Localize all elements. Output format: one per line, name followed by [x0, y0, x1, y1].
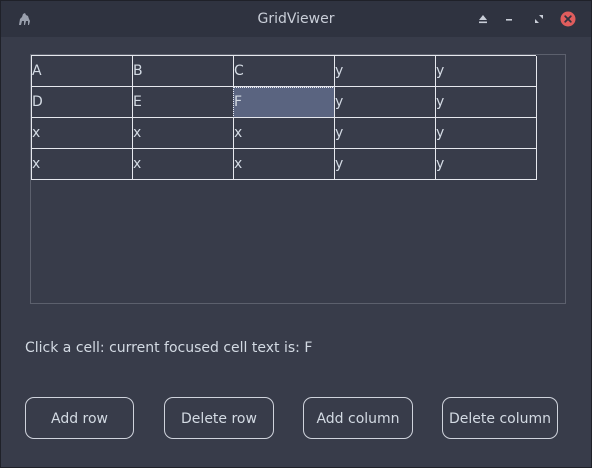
minimize-icon[interactable] [502, 12, 516, 26]
delete-column-button[interactable]: Delete column [442, 397, 558, 439]
grid-cell[interactable]: C [233, 56, 335, 87]
grid-cell[interactable]: y [435, 118, 537, 149]
grid-cell[interactable]: y [334, 87, 436, 118]
grid-cell[interactable]: x [233, 149, 335, 180]
grid-cell[interactable]: y [435, 87, 537, 118]
add-column-button[interactable]: Add column [303, 397, 413, 439]
grid-cell[interactable]: A [31, 56, 133, 87]
maximize-icon[interactable] [532, 12, 546, 26]
grid-cell[interactable]: E [132, 87, 234, 118]
grid-cell[interactable]: F [233, 87, 335, 118]
grid-cell[interactable]: D [31, 87, 133, 118]
delete-row-button[interactable]: Delete row [164, 397, 274, 439]
grid-cell[interactable]: x [31, 118, 133, 149]
eject-icon[interactable] [476, 12, 490, 26]
focused-cell-status: Click a cell: current focused cell text … [25, 340, 313, 356]
grid-cell[interactable]: x [132, 118, 234, 149]
grid-cell[interactable]: y [435, 149, 537, 180]
main-window: GridViewer ABCyyDEFyyxxxyyxxxyy Click a … [0, 0, 592, 468]
grid-cell[interactable]: B [132, 56, 234, 87]
close-icon[interactable] [560, 11, 576, 27]
grid-view[interactable]: ABCyyDEFyyxxxyyxxxyy [30, 54, 566, 304]
grid-cell[interactable]: y [334, 118, 436, 149]
grid-cell[interactable]: x [233, 118, 335, 149]
grid-cell[interactable]: y [435, 56, 537, 87]
grid-cell[interactable]: y [334, 149, 436, 180]
add-row-button[interactable]: Add row [25, 397, 134, 439]
grid-cell[interactable]: y [334, 56, 436, 87]
title-bar[interactable]: GridViewer [1, 1, 591, 37]
grid-cell[interactable]: x [132, 149, 234, 180]
grid-cell[interactable]: x [31, 149, 133, 180]
